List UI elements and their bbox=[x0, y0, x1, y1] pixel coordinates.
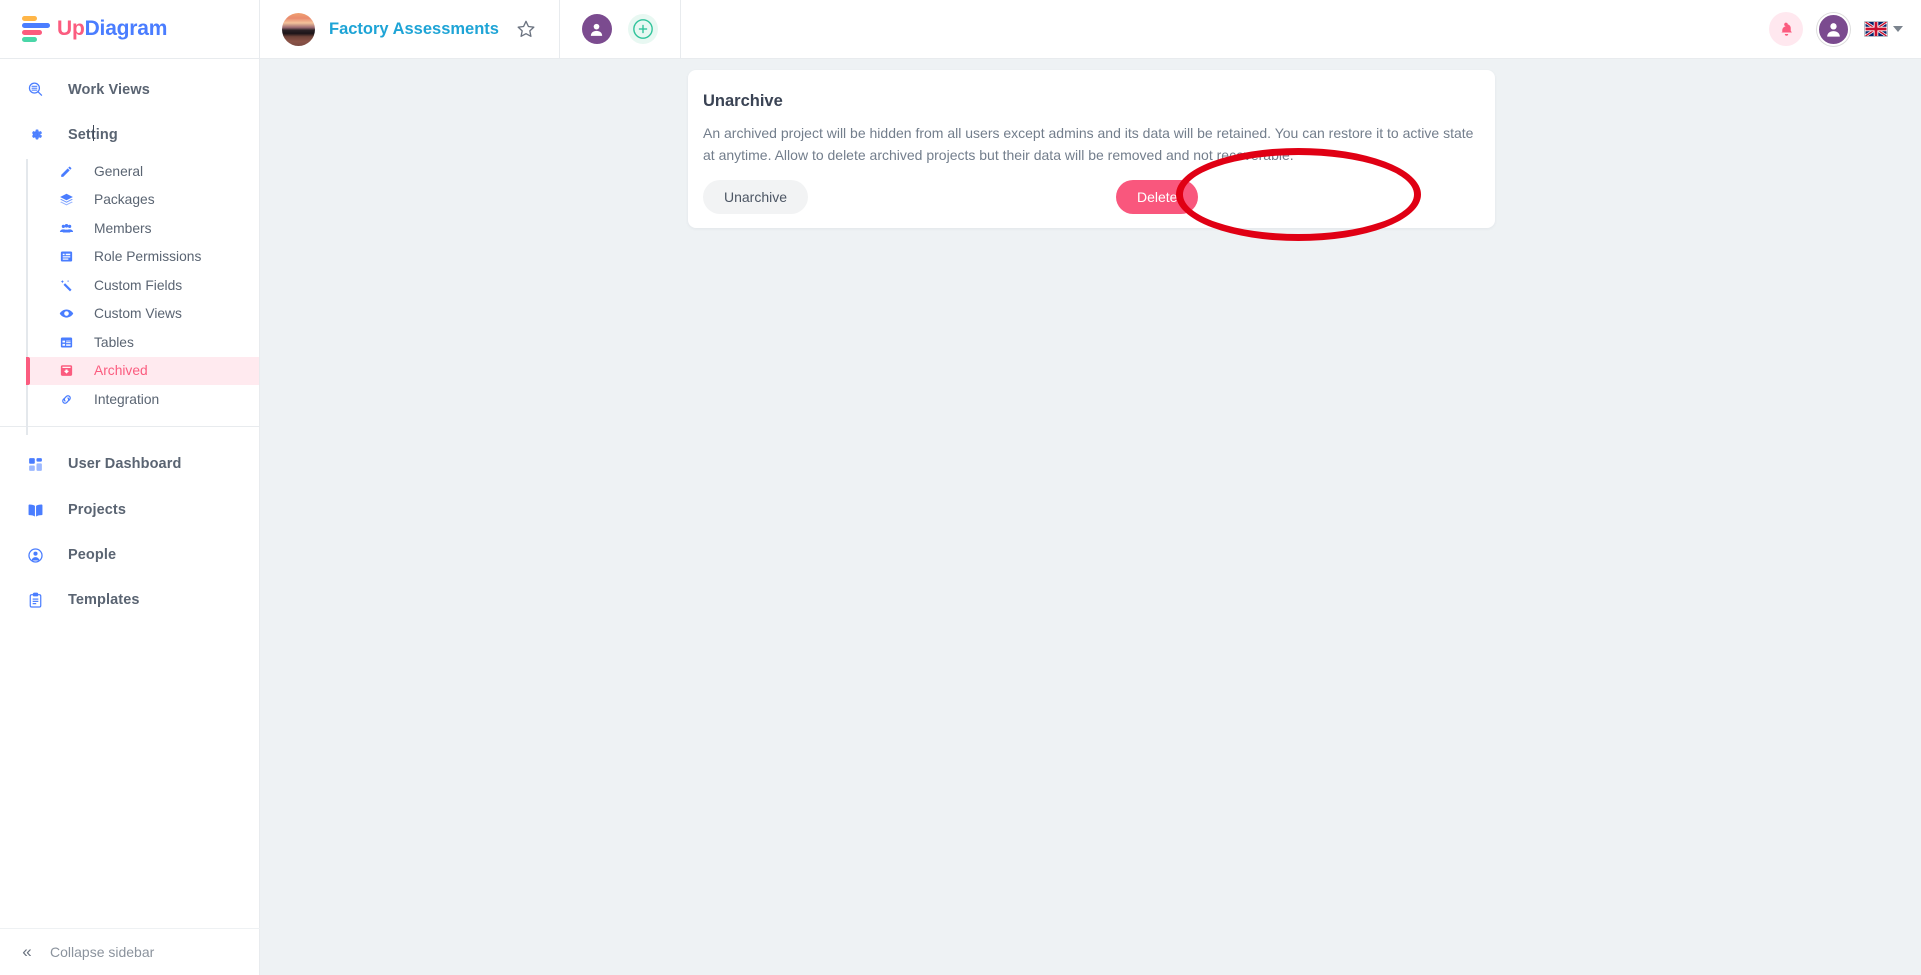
brand-up: Up bbox=[57, 17, 85, 40]
link-icon bbox=[56, 392, 76, 407]
sidebar-label-members: Members bbox=[94, 220, 152, 236]
sidebar-label-integration: Integration bbox=[94, 391, 160, 407]
table-icon bbox=[56, 335, 76, 350]
project-zone: Factory Assessments bbox=[260, 0, 560, 59]
person-circle-icon bbox=[22, 547, 48, 564]
sidebar-label-custom-fields: Custom Fields bbox=[94, 277, 183, 293]
sidebar-label-people: People bbox=[68, 547, 117, 563]
sidebar-label-archived: Archived bbox=[94, 363, 148, 379]
sidebar-item-custom-fields[interactable]: Custom Fields bbox=[30, 271, 259, 300]
card-title: Unarchive bbox=[703, 92, 783, 110]
sidebar-item-custom-views[interactable]: Custom Views bbox=[30, 300, 259, 329]
member-zone bbox=[560, 0, 681, 59]
sidebar-label-tables: Tables bbox=[94, 334, 134, 350]
sidebar-label-packages: Packages bbox=[94, 192, 155, 208]
brand-zone[interactable]: UpDiagram bbox=[0, 0, 260, 59]
gear-icon bbox=[22, 126, 48, 143]
collapse-sidebar-label: Collapse sidebar bbox=[50, 944, 155, 960]
sidebar-item-role-permissions[interactable]: Role Permissions bbox=[30, 243, 259, 272]
uk-flag-icon bbox=[1864, 21, 1888, 37]
unarchive-button[interactable]: Unarchive bbox=[703, 180, 809, 214]
star-icon[interactable] bbox=[513, 16, 539, 42]
sidebar-item-user-dashboard[interactable]: User Dashboard bbox=[0, 441, 259, 488]
top-bar-right bbox=[1769, 0, 1921, 59]
main-content: Unarchive An archived project will be hi… bbox=[261, 59, 1921, 975]
dashboard-grid-icon bbox=[22, 456, 48, 473]
sidebar: Work Views Setting General Packages Memb… bbox=[0, 59, 260, 975]
delete-button[interactable]: Delete bbox=[1116, 180, 1199, 214]
setting-submenu: General Packages Members Role Permission… bbox=[0, 157, 259, 435]
collapse-sidebar-button[interactable]: « Collapse sidebar bbox=[0, 928, 260, 975]
top-bar: UpDiagram Factory Assessments bbox=[0, 0, 1921, 59]
sidebar-item-packages[interactable]: Packages bbox=[30, 186, 259, 215]
account-avatar[interactable] bbox=[1817, 12, 1850, 46]
sidebar-item-projects[interactable]: Projects bbox=[0, 488, 259, 533]
sidebar-item-integration[interactable]: Integration bbox=[30, 385, 259, 414]
sidebar-label-templates: Templates bbox=[68, 592, 140, 608]
sidebar-label-user-dashboard: User Dashboard bbox=[68, 456, 182, 472]
sidebar-label-work-views: Work Views bbox=[68, 81, 150, 98]
sidebar-label-setting: Setting bbox=[68, 124, 118, 143]
archive-box-icon bbox=[56, 363, 76, 378]
card-actions: Unarchive Delete bbox=[703, 180, 1480, 214]
sidebar-item-general[interactable]: General bbox=[30, 157, 259, 186]
double-chevron-left-icon: « bbox=[22, 942, 32, 961]
sidebar-item-archived[interactable]: Archived bbox=[26, 356, 259, 385]
clipboard-icon bbox=[22, 592, 48, 609]
add-member-button[interactable] bbox=[627, 14, 658, 44]
project-avatar bbox=[282, 12, 315, 46]
sidebar-item-tables[interactable]: Tables bbox=[30, 328, 259, 357]
search-views-icon bbox=[22, 81, 48, 98]
pencil-icon bbox=[56, 164, 76, 179]
unarchive-card: Unarchive An archived project will be hi… bbox=[688, 70, 1495, 228]
people-icon bbox=[56, 221, 76, 236]
sidebar-item-setting[interactable]: Setting bbox=[0, 112, 259, 157]
bell-icon[interactable] bbox=[1769, 12, 1803, 46]
sidebar-item-templates[interactable]: Templates bbox=[0, 578, 259, 623]
sidebar-label-role-permissions: Role Permissions bbox=[94, 249, 202, 265]
sidebar-label-projects: Projects bbox=[68, 502, 127, 518]
member-avatar[interactable] bbox=[581, 14, 612, 44]
project-title[interactable]: Factory Assessments bbox=[329, 20, 499, 39]
eye-icon bbox=[56, 306, 76, 321]
layers-icon bbox=[56, 192, 76, 207]
magic-wand-icon bbox=[56, 278, 76, 293]
card-description: An archived project will be hidden from … bbox=[703, 125, 1474, 163]
language-selector[interactable] bbox=[1864, 21, 1903, 37]
sidebar-label-custom-views: Custom Views bbox=[94, 306, 182, 322]
sidebar-label-general: General bbox=[94, 163, 144, 179]
brand-wordmark: UpDiagram bbox=[57, 17, 167, 41]
updiagram-logo-icon bbox=[22, 16, 50, 42]
sidebar-item-work-views[interactable]: Work Views bbox=[0, 67, 259, 112]
sidebar-item-members[interactable]: Members bbox=[30, 214, 259, 243]
list-card-icon bbox=[56, 249, 76, 264]
sidebar-item-people[interactable]: People bbox=[0, 533, 259, 578]
book-icon bbox=[22, 502, 48, 519]
brand-diagram: Diagram bbox=[84, 17, 168, 40]
chevron-down-icon bbox=[1893, 26, 1903, 32]
